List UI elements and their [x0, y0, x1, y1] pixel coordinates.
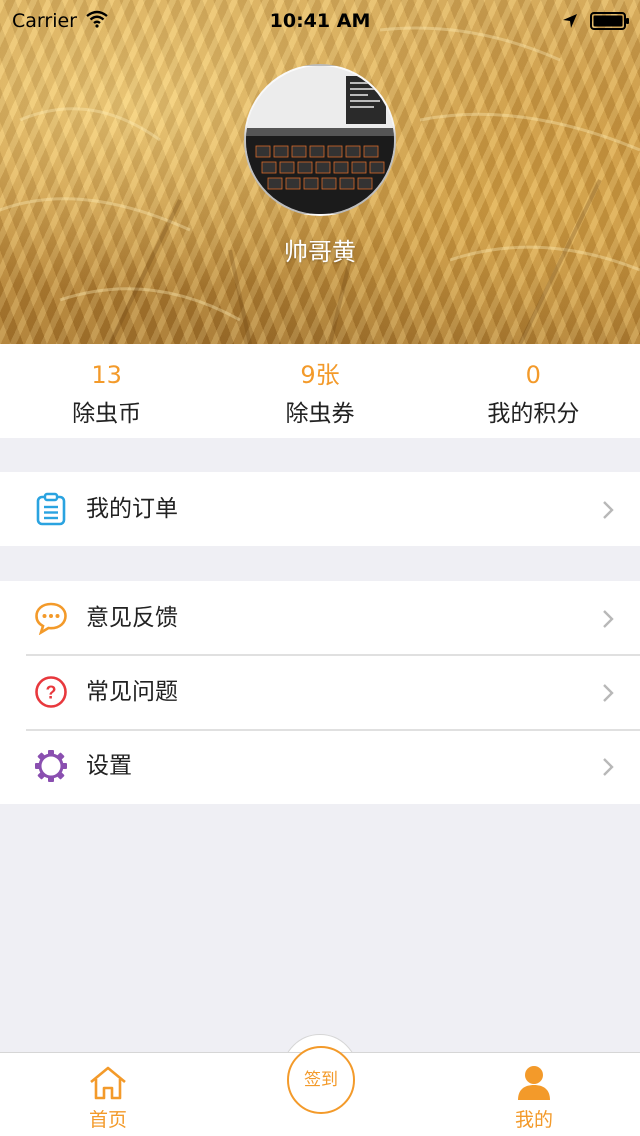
- clipboard-icon: [36, 492, 66, 526]
- user-icon: [518, 1066, 550, 1100]
- menu-group-support: 意见反馈 ? 常见问题 设置: [0, 581, 640, 804]
- avatar-photo: [246, 66, 394, 214]
- avatar[interactable]: [244, 64, 396, 216]
- menu-item-label: 意见反馈: [86, 605, 178, 631]
- svg-text:?: ?: [46, 683, 57, 703]
- status-bar: Carrier 10:41 AM: [0, 0, 640, 40]
- stat-label: 除虫币: [72, 401, 142, 427]
- question-icon: ?: [35, 676, 67, 708]
- tab-label: 首页: [88, 1109, 127, 1131]
- menu-item-settings[interactable]: 设置: [0, 729, 640, 803]
- stats-panel: 13 除虫币 9张 除虫券 0 我的积分: [0, 344, 640, 438]
- tab-mine[interactable]: 我的: [474, 1053, 594, 1136]
- status-time: 10:41 AM: [269, 10, 371, 32]
- chevron-right-icon: [603, 684, 614, 702]
- location-arrow-icon: [563, 14, 577, 28]
- chevron-right-icon: [603, 610, 614, 628]
- gear-icon: [35, 750, 67, 782]
- chat-bubble-icon: [35, 602, 67, 635]
- stat-value: 13: [91, 361, 122, 389]
- checkin-button[interactable]: 签到: [287, 1046, 355, 1114]
- chevron-right-icon: [603, 758, 614, 776]
- stat-coins[interactable]: 13 除虫币: [0, 344, 213, 438]
- chevron-right-icon: [603, 501, 614, 519]
- menu-item-faq[interactable]: ? 常见问题: [0, 655, 640, 729]
- stat-label: 我的积分: [487, 401, 580, 427]
- menu-item-label: 设置: [86, 753, 132, 779]
- menu-item-orders[interactable]: 我的订单: [0, 472, 640, 546]
- battery-icon: [590, 12, 629, 30]
- stat-points[interactable]: 0 我的积分: [427, 344, 640, 438]
- stat-value: 0: [525, 361, 541, 389]
- tab-home[interactable]: 首页: [48, 1053, 168, 1136]
- username: 帅哥黄: [284, 238, 356, 266]
- stat-coupons[interactable]: 9张 除虫券: [213, 344, 426, 438]
- stat-label: 除虫券: [285, 401, 355, 427]
- menu-item-label: 常见问题: [86, 679, 178, 705]
- profile-header: Carrier 10:41 AM 帅哥黄: [0, 0, 640, 344]
- stat-value: 9张: [300, 361, 340, 389]
- tab-label: 我的: [514, 1109, 553, 1131]
- menu-item-label: 我的订单: [86, 496, 178, 522]
- menu-item-feedback[interactable]: 意见反馈: [0, 581, 640, 655]
- home-icon: [90, 1066, 126, 1100]
- menu-group-orders: 我的订单: [0, 472, 640, 546]
